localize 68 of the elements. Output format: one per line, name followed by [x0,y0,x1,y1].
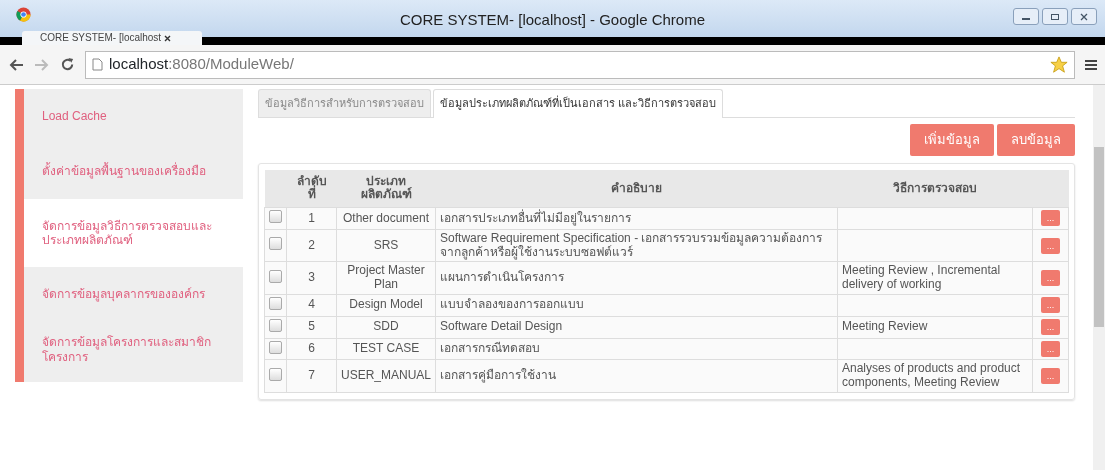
table-cell: Other document [343,210,430,225]
table-cell: Project Master Plan [347,263,425,292]
back-icon[interactable] [8,57,24,72]
sidebar-item[interactable]: จัดการข้อมูลโครงการและสมาชิกโครงการ [24,322,243,377]
maximize-icon [1050,12,1060,21]
table-cell: 3 [308,270,315,285]
table-cell: เอกสารคู่มือการใช้งาน [440,368,557,383]
column-header: คำอธิบาย [611,181,662,195]
tab[interactable]: ข้อมูลวิธีการสำหรับการตรวจสอบ [258,89,431,117]
table-cell: Analyses of products and product components, Meeting Review [842,361,1021,390]
row-checkbox[interactable] [269,318,282,332]
chrome-logo-icon [16,7,31,22]
close-icon[interactable] [163,34,171,42]
tab[interactable]: ข้อมูลประเภทผลิตภัณฑ์ที่เป็นเอกสาร และวิธีการตรวจสอบ [433,89,724,118]
forward-icon[interactable] [34,57,50,72]
table-cell: 1 [308,210,315,225]
table-cell: แผนการดำเนินโครงการ [440,270,565,285]
menu-icon[interactable] [1085,58,1097,71]
table-cell: Meeting Review , Incremental delivery of working [842,263,1001,292]
sidebar-item[interactable]: จัดการข้อมูลบุคลากรขององค์กร [24,267,243,322]
table-cell: USER_MANUAL [341,368,432,383]
table-cell: 6 [308,341,315,356]
table-cell: Meeting Review [842,319,928,334]
details-button[interactable]: ... [1040,297,1061,314]
row-checkbox[interactable] [269,237,282,251]
window-title: CORE SYSTEM- [localhost] - Google Chrome [399,11,706,28]
sidebar-item[interactable]: จัดการข้อมูลวิธีการตรวจสอบและประเภทผลิตภัณฑ์ [24,199,243,267]
table-cell: เอกสารประเภทอื่นที่ไม่มีอยู่ในรายการ [440,210,632,225]
table-cell: 5 [308,319,315,334]
details-button[interactable]: ... [1040,368,1061,385]
delete-button[interactable]: ลบข้อมูล [997,124,1075,156]
star-icon[interactable] [1050,55,1068,74]
table-cell: 7 [308,368,315,383]
row-checkbox[interactable] [269,367,282,381]
row-checkbox[interactable] [269,340,282,354]
table-cell: เอกสารกรณีทดสอบ [440,341,541,356]
sidebar-item[interactable]: ตั้งค่าข้อมูลพื้นฐานของเครื่องมือ [24,144,243,199]
table-cell: TEST CASE [352,341,420,356]
table-cell: 2 [308,237,315,252]
browser-tab[interactable]: CORE SYSTEM- [localhost [22,31,202,45]
table-cell: 4 [308,297,315,312]
column-header: ประเภทผลิตภัณฑ์ [359,175,413,202]
close-icon [1079,12,1089,21]
close-button[interactable] [1071,8,1097,25]
address-field[interactable]: localhost:8080/ModuleWeb/ [85,50,1075,79]
reload-icon[interactable] [60,57,75,72]
table-cell: SRS [373,237,399,252]
minimize-button[interactable] [1013,8,1039,25]
row-checkbox[interactable] [269,297,282,310]
scrollbar[interactable] [1093,85,1105,470]
row-checkbox[interactable] [269,210,282,223]
maximize-button[interactable] [1042,8,1068,25]
table-cell: แบบจำลองของการออกแบบ [440,297,585,312]
table-cell: Software Requirement Specification - เอกสารรวบรวมข้อมูลความต้องการจากลูกค้าหรือผู้ใช้งานระบบซอฟต์แวร์ [440,230,823,259]
table-cell: Design Model [349,297,423,312]
row-checkbox[interactable] [269,269,282,283]
details-button[interactable]: ... [1040,319,1061,336]
details-button[interactable]: ... [1040,340,1061,357]
details-button[interactable]: ... [1040,270,1061,287]
table-cell: Software Detail Design [440,319,563,334]
page-icon [92,58,103,71]
table-cell: SDD [373,319,399,334]
sidebar-item[interactable]: Load Cache [24,89,243,144]
add-button[interactable]: เพิ่มข้อมูล [909,124,994,156]
details-button[interactable]: ... [1040,237,1061,254]
column-header: วิธีการตรวจสอบ [893,181,977,195]
column-header: ลำดับที่ [295,175,328,202]
details-button[interactable]: ... [1040,210,1061,227]
